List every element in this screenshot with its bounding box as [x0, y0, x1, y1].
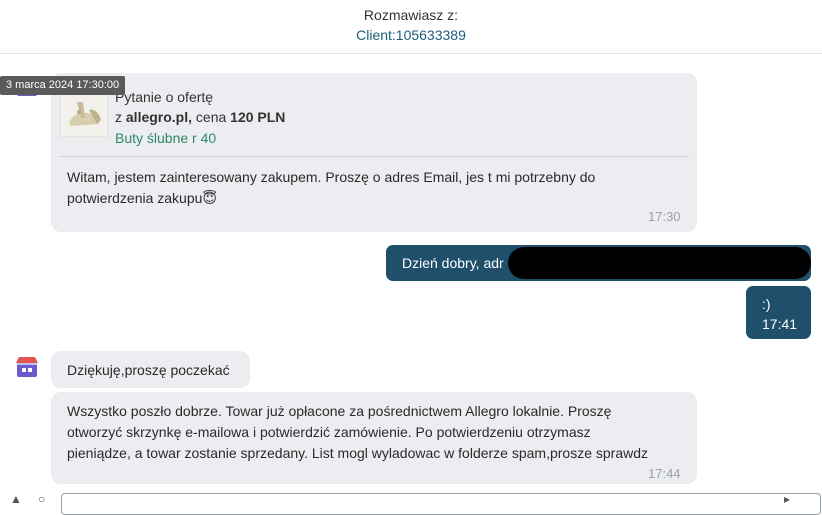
timestamp-tooltip: 3 marca 2024 17:30:00: [0, 76, 126, 95]
outgoing-message-time: 17:41: [762, 316, 798, 332]
offer-text-line-1: Witam, jestem zainteresowany zakupem. Pr…: [67, 169, 596, 185]
offer-message-bubble: Pytanie o ofertę z allegro.pl, cena 120 …: [51, 73, 697, 232]
incoming-text-line-2: otworzyć skrzynkę e-mailowa i potwierdzi…: [67, 424, 591, 440]
conversation-label: Rozmawiasz z:: [363, 7, 459, 23]
redaction-mark: [508, 247, 811, 279]
offer-text-line-2: potwierdzenia zakupu😇: [67, 190, 218, 206]
product-thumbnail[interactable]: [60, 89, 108, 137]
offer-source-prefix: z: [115, 109, 126, 125]
incoming-text-line-1: Wszystko poszło dobrze. Towar już opłaco…: [67, 403, 612, 419]
incoming-message-text: Wszystko poszło dobrze. Towar już opłaco…: [67, 401, 648, 464]
send-icon[interactable]: ▸: [784, 492, 790, 506]
offer-product-link[interactable]: Buty ślubne r 40: [115, 130, 216, 146]
incoming-message-bubble: Wszystko poszło dobrze. Towar już opłaco…: [51, 392, 697, 484]
incoming-message-text: Dziękuję,proszę poczekać: [67, 362, 230, 378]
offer-message-text: Witam, jestem zainteresowany zakupem. Pr…: [67, 167, 595, 209]
outgoing-message-text: :): [762, 296, 771, 312]
offer-divider: [59, 156, 689, 157]
outgoing-message-bubble: :) 17:41: [746, 286, 811, 339]
offer-source-site: allegro.pl,: [125, 109, 193, 125]
attachment-icon[interactable]: ▲: [10, 492, 22, 506]
offer-title: Pytanie o ofertę: [115, 89, 214, 105]
chat-header: Rozmawiasz z: Client:105633389: [0, 0, 822, 54]
offer-source: z allegro.pl, cena 120 PLN: [115, 109, 285, 125]
emoji-icon[interactable]: ○: [38, 492, 45, 506]
message-time: 17:30: [648, 209, 681, 224]
offer-price-prefix: cena: [192, 109, 231, 125]
offer-price: 120 PLN: [230, 109, 286, 125]
incoming-text-line-3: pieniądze, a towar zostanie sprzedany. L…: [67, 445, 649, 461]
message-time: 17:44: [648, 466, 681, 481]
incoming-message-bubble: Dziękuję,proszę poczekać: [51, 351, 250, 388]
outgoing-message-text: Dzień dobry, adr: [402, 255, 504, 271]
shop-avatar-icon: [16, 357, 38, 377]
client-name[interactable]: Client:105633389: [0, 27, 822, 43]
message-input[interactable]: [61, 493, 821, 515]
